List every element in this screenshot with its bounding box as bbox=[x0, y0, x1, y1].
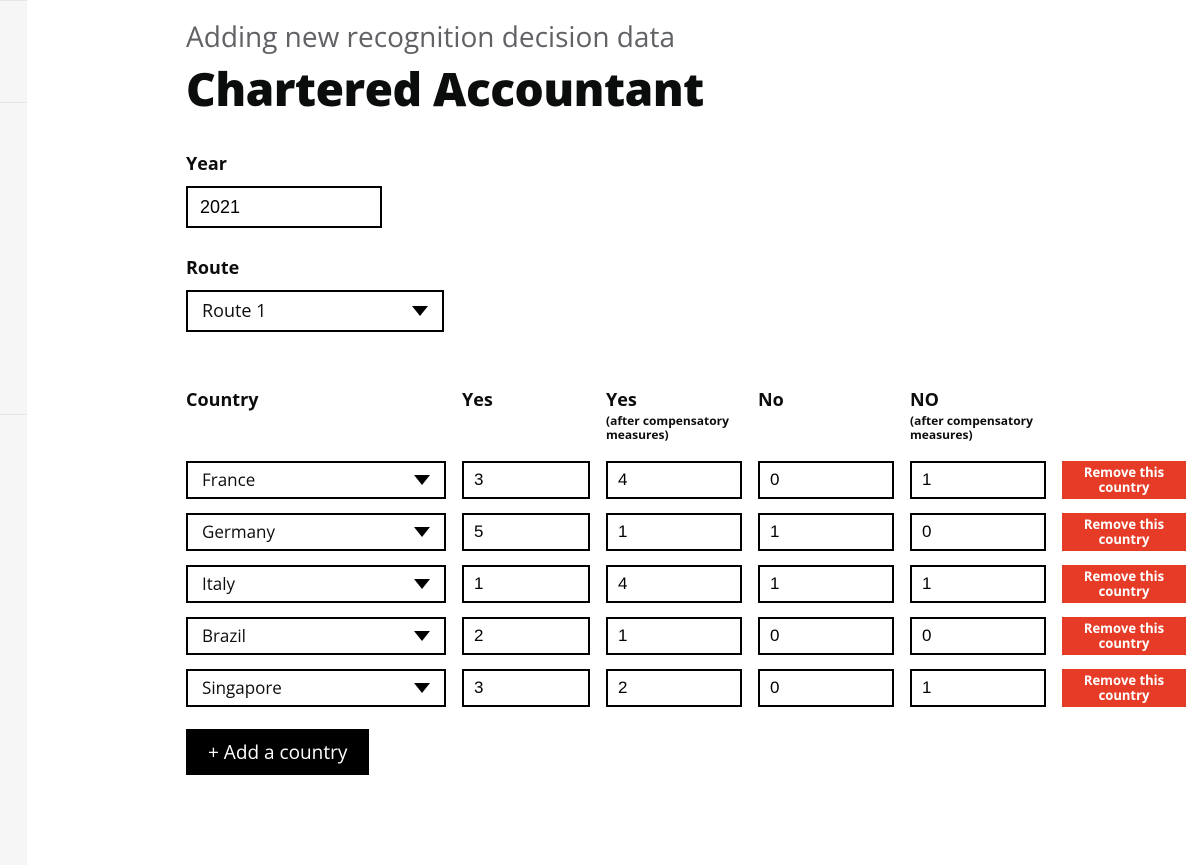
country-select-value: Italy bbox=[202, 572, 235, 595]
table-row: GermanyRemove this country bbox=[186, 513, 1176, 551]
route-label: Route bbox=[186, 256, 1176, 280]
year-label: Year bbox=[186, 152, 1176, 176]
no-after-input[interactable] bbox=[910, 617, 1046, 655]
table-row: SingaporeRemove this country bbox=[186, 669, 1176, 707]
col-header-no: No bbox=[758, 388, 894, 412]
no-after-input[interactable] bbox=[910, 565, 1046, 603]
page-subtitle: Adding new recognition decision data bbox=[186, 18, 1176, 56]
yes-input[interactable] bbox=[462, 461, 590, 499]
no-input[interactable] bbox=[758, 565, 894, 603]
col-header-country: Country bbox=[186, 388, 446, 412]
country-select-value: Brazil bbox=[202, 624, 246, 647]
chevron-down-icon bbox=[414, 631, 430, 641]
remove-country-button[interactable]: Remove this country bbox=[1062, 669, 1186, 707]
no-input[interactable] bbox=[758, 513, 894, 551]
chevron-down-icon bbox=[412, 306, 428, 316]
yes-input[interactable] bbox=[462, 513, 590, 551]
year-input[interactable] bbox=[186, 186, 382, 228]
country-select-value: Singapore bbox=[202, 676, 282, 699]
yes-input[interactable] bbox=[462, 617, 590, 655]
yes-after-input[interactable] bbox=[606, 617, 742, 655]
chevron-down-icon bbox=[414, 579, 430, 589]
yes-after-input[interactable] bbox=[606, 461, 742, 499]
country-table: Country Yes Yes (after compensatory meas… bbox=[186, 388, 1176, 775]
col-header-yes: Yes bbox=[462, 388, 590, 412]
yes-input[interactable] bbox=[462, 669, 590, 707]
country-select[interactable]: Italy bbox=[186, 565, 446, 603]
remove-country-button[interactable]: Remove this country bbox=[1062, 461, 1186, 499]
no-input[interactable] bbox=[758, 669, 894, 707]
no-input[interactable] bbox=[758, 617, 894, 655]
yes-after-input[interactable] bbox=[606, 565, 742, 603]
no-after-input[interactable] bbox=[910, 669, 1046, 707]
no-after-input[interactable] bbox=[910, 461, 1046, 499]
remove-country-button[interactable]: Remove this country bbox=[1062, 617, 1186, 655]
remove-country-button[interactable]: Remove this country bbox=[1062, 513, 1186, 551]
yes-input[interactable] bbox=[462, 565, 590, 603]
table-row: BrazilRemove this country bbox=[186, 617, 1176, 655]
no-after-input[interactable] bbox=[910, 513, 1046, 551]
yes-after-input[interactable] bbox=[606, 513, 742, 551]
country-select[interactable]: France bbox=[186, 461, 446, 499]
chevron-down-icon bbox=[414, 475, 430, 485]
country-select[interactable]: Brazil bbox=[186, 617, 446, 655]
country-select[interactable]: Singapore bbox=[186, 669, 446, 707]
remove-country-button[interactable]: Remove this country bbox=[1062, 565, 1186, 603]
route-select-value: Route 1 bbox=[202, 299, 266, 323]
table-row: ItalyRemove this country bbox=[186, 565, 1176, 603]
left-gutter bbox=[0, 0, 27, 865]
yes-after-input[interactable] bbox=[606, 669, 742, 707]
add-country-button[interactable]: + Add a country bbox=[186, 729, 369, 775]
no-input[interactable] bbox=[758, 461, 894, 499]
page-title: Chartered Accountant bbox=[186, 58, 1176, 120]
route-select[interactable]: Route 1 bbox=[186, 290, 444, 332]
col-header-yes-after: Yes (after compensatory measures) bbox=[606, 388, 742, 443]
col-header-no-after: NO (after compensatory measures) bbox=[910, 388, 1046, 443]
chevron-down-icon bbox=[414, 527, 430, 537]
country-select[interactable]: Germany bbox=[186, 513, 446, 551]
country-select-value: France bbox=[202, 468, 255, 491]
chevron-down-icon bbox=[414, 683, 430, 693]
table-row: FranceRemove this country bbox=[186, 461, 1176, 499]
country-select-value: Germany bbox=[202, 520, 275, 543]
